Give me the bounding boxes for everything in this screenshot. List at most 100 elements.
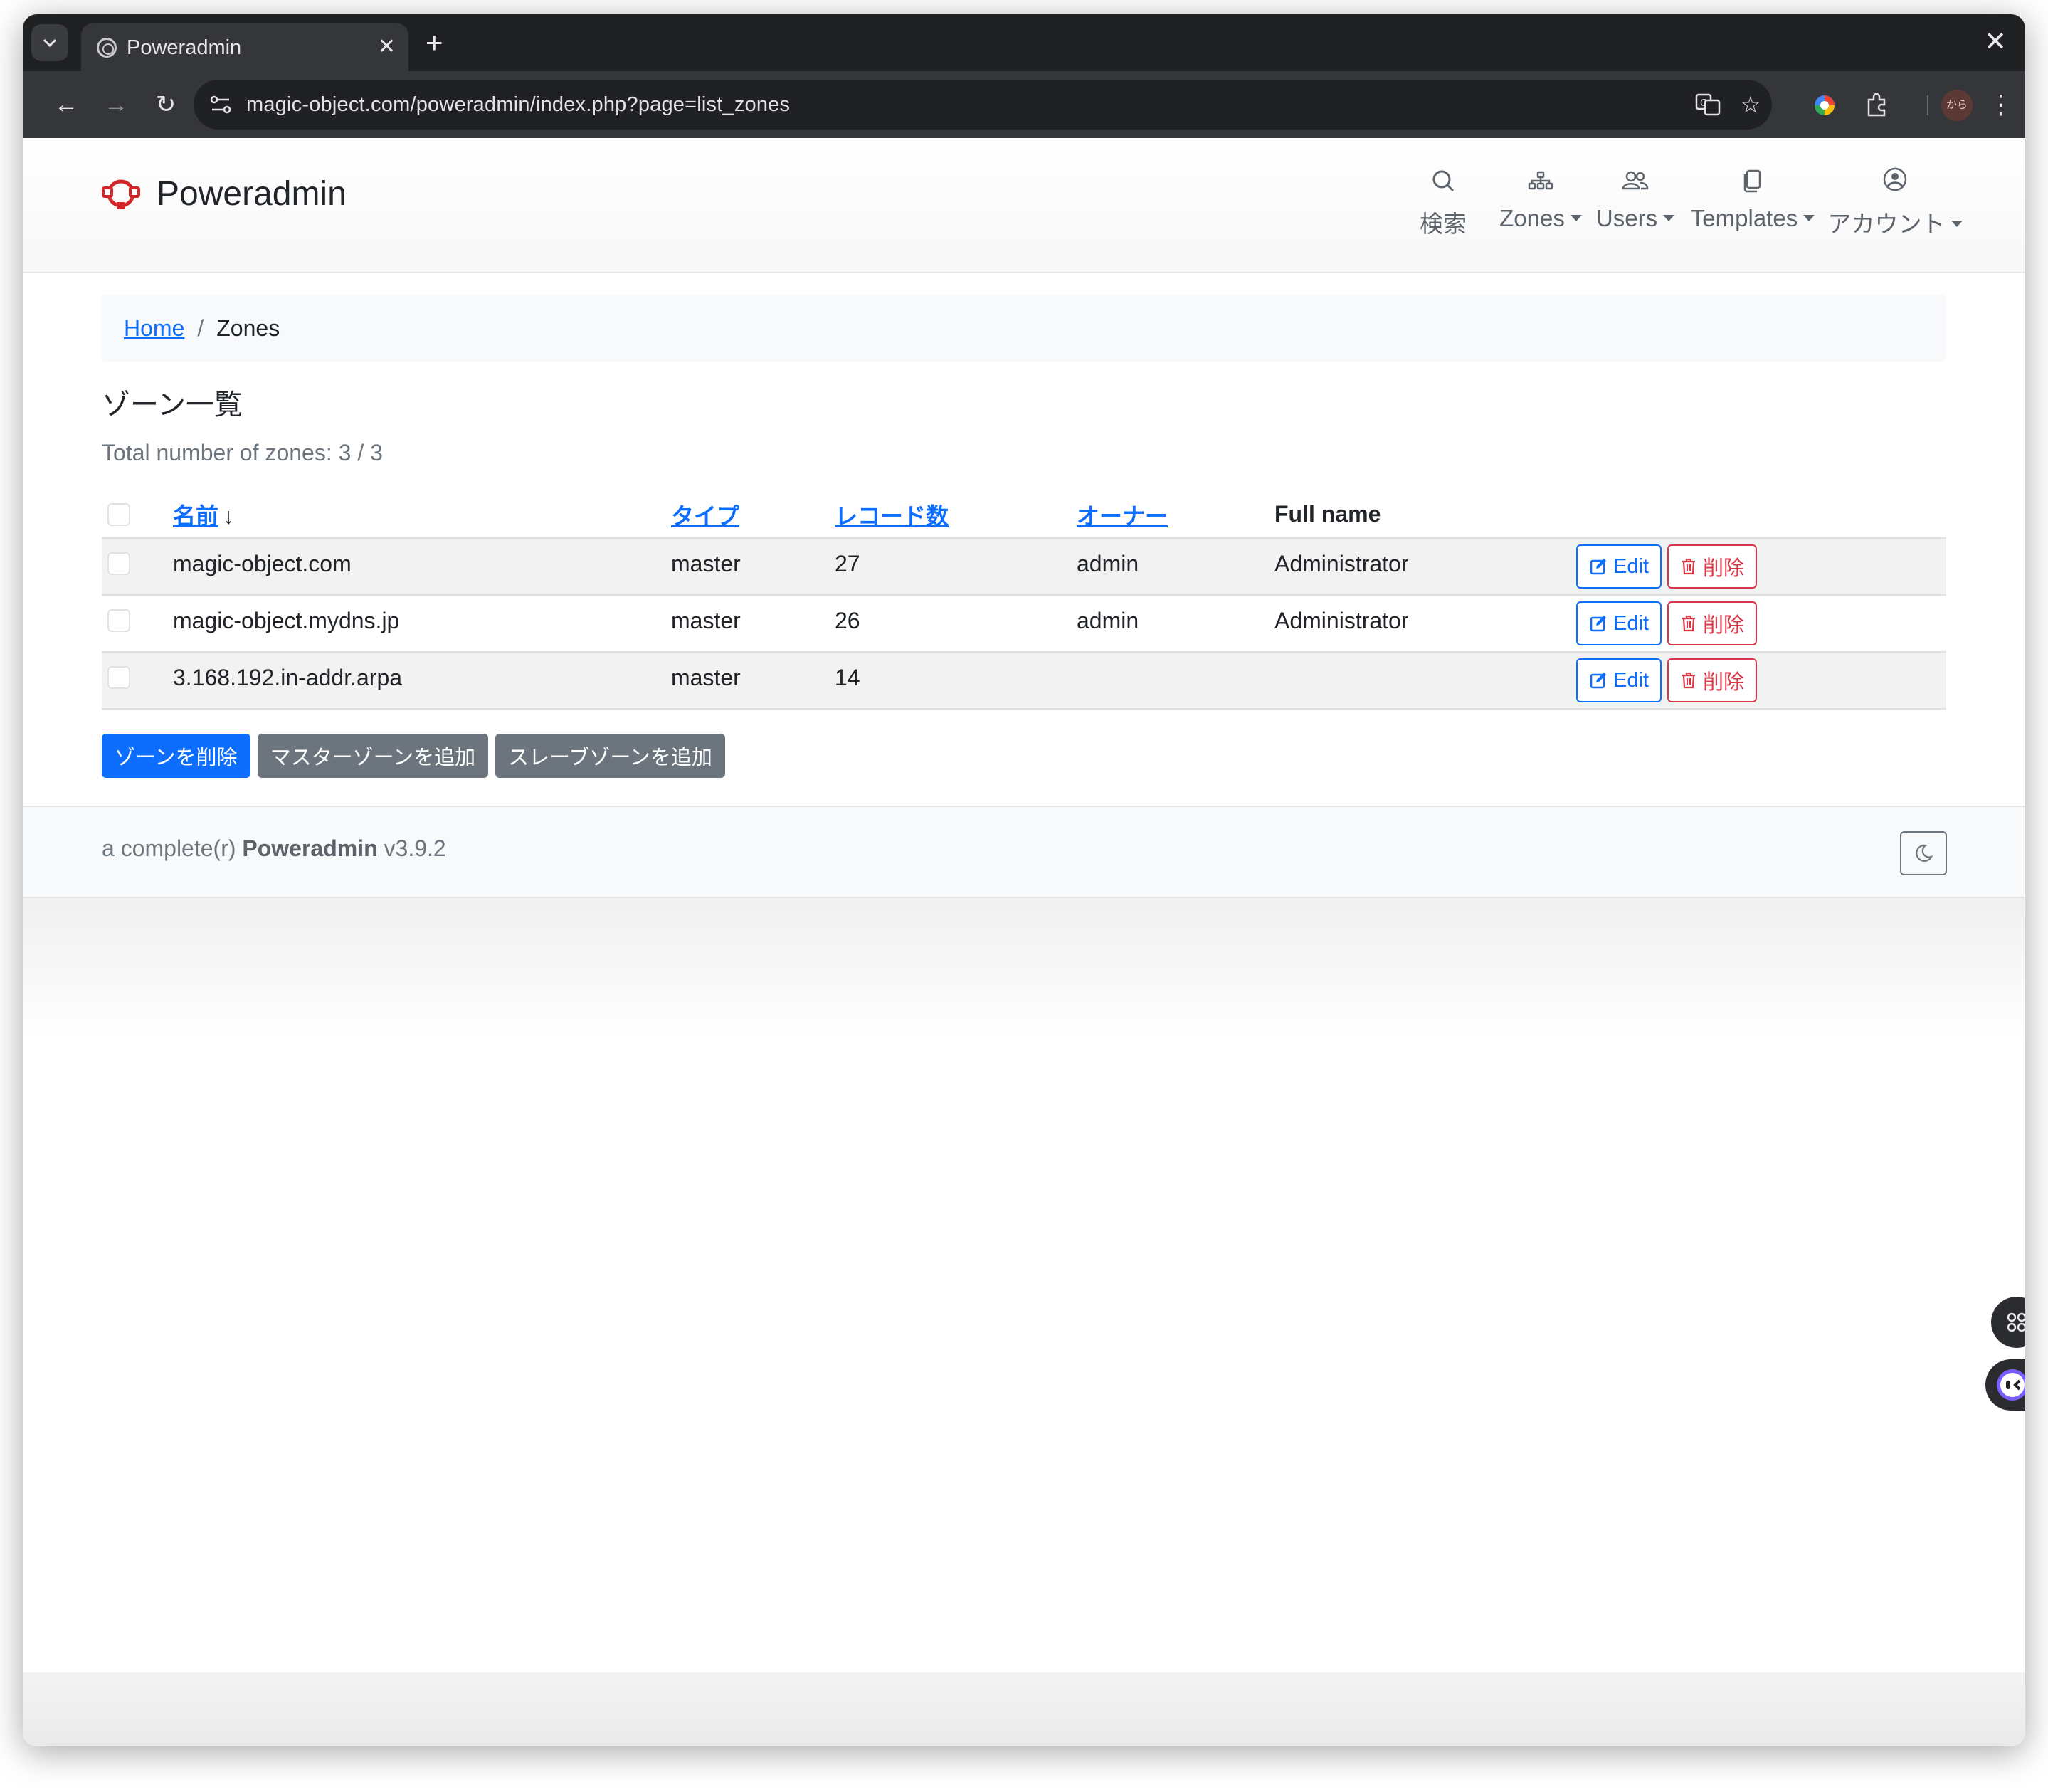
extension-color-icon[interactable] [1810, 91, 1839, 120]
nav-search[interactable]: 検索 [1395, 162, 1492, 248]
header-actions [1576, 491, 1946, 538]
select-all-checkbox[interactable] [107, 502, 130, 526]
theme-toggle-button[interactable] [1900, 831, 1947, 875]
zone-owner: admin [1077, 607, 1139, 633]
table-row: magic-object.mydns.jp master 26 admin Ad… [102, 595, 1946, 652]
header-name: 名前 ↓ [173, 491, 671, 538]
site-info-icon[interactable] [208, 92, 233, 117]
page: Poweradmin 検索 Zones Users Templates アカウン… [23, 138, 2025, 1746]
caret-down-icon [1570, 214, 1582, 221]
nav-users-label: Users [1591, 205, 1679, 232]
edit-button[interactable]: Edit [1576, 601, 1662, 645]
add-slave-zone-button[interactable]: スレーブゾーンを追加 [495, 734, 725, 778]
sort-by-records-link[interactable]: レコード数 [835, 503, 949, 529]
browser-window: Poweradmin ✕ + ✕ ← → ↻ magic-object.com/… [23, 14, 2025, 1746]
poweradmin-logo-icon [102, 179, 140, 209]
brand-name: Poweradmin [157, 174, 347, 213]
profile-avatar[interactable]: から [1941, 90, 1973, 121]
close-window-icon[interactable]: ✕ [1984, 24, 2007, 60]
forward-icon[interactable]: → [100, 88, 132, 121]
nav-search-label: 検索 [1420, 211, 1467, 237]
sort-by-name-link[interactable]: 名前 [173, 503, 218, 529]
breadcrumb-current: Zones [216, 315, 280, 341]
zone-type: master [671, 550, 741, 576]
nav-account-text: アカウント [1827, 211, 1946, 237]
new-tab-icon[interactable]: + [426, 26, 443, 60]
row-actions: Edit 削除 [1576, 595, 1946, 652]
total-zones-count: Total number of zones: 3 / 3 [102, 440, 383, 465]
top-navbar: Poweradmin 検索 Zones Users Templates アカウン… [23, 138, 2025, 273]
sitemap-icon [1528, 171, 1553, 190]
extensions-puzzle-icon[interactable] [1863, 91, 1891, 120]
delete-button-label: 削除 [1702, 557, 1744, 580]
nav-users[interactable]: Users [1591, 162, 1679, 248]
sort-by-owner-link[interactable]: オーナー [1077, 503, 1168, 529]
main-content: Home / Zones ゾーン一覧 Total number of zones… [102, 295, 1946, 778]
table-row: 3.168.192.in-addr.arpa master 14 Edit 削除 [102, 652, 1946, 709]
edit-icon [1590, 559, 1606, 575]
url-text[interactable]: magic-object.com/poweradmin/index.php?pa… [246, 93, 790, 117]
search-icon [1432, 170, 1455, 192]
delete-zones-button[interactable]: ゾーンを削除 [102, 734, 250, 778]
edit-button[interactable]: Edit [1576, 658, 1662, 702]
tab-search-button[interactable] [31, 24, 68, 61]
row-actions: Edit 削除 [1576, 538, 1946, 595]
reload-icon[interactable]: ↻ [149, 88, 182, 121]
caret-down-icon [1663, 214, 1675, 221]
zone-type: master [671, 664, 741, 690]
nav-templates[interactable]: Templates [1685, 162, 1820, 248]
nav-account[interactable]: アカウント [1826, 162, 1964, 248]
delete-button-label: 削除 [1702, 671, 1744, 694]
active-tab[interactable]: Poweradmin ✕ [81, 23, 408, 71]
sort-by-type-link[interactable]: タイプ [671, 503, 739, 529]
zone-records: 27 [835, 550, 860, 576]
page-bottom-band [23, 1672, 2025, 1746]
back-icon[interactable]: ← [50, 88, 83, 121]
trash-icon [1682, 558, 1695, 575]
table-row: magic-object.com master 27 admin Adminis… [102, 538, 1946, 595]
nav-zones-label: Zones [1493, 205, 1588, 232]
more-menu-icon[interactable]: ⋮ [1988, 88, 2014, 121]
select-all-cell [102, 491, 173, 538]
delete-button[interactable]: 削除 [1667, 601, 1757, 645]
nav-templates-text: Templates [1690, 205, 1798, 231]
tab-bar: Poweradmin ✕ + ✕ [23, 14, 2025, 71]
row-checkbox[interactable] [107, 666, 130, 689]
translate-icon[interactable]: G [1694, 90, 1722, 119]
edit-icon [1590, 616, 1606, 632]
add-master-zone-button[interactable]: マスターゾーンを追加 [257, 734, 489, 778]
delete-button[interactable]: 削除 [1667, 658, 1757, 702]
zone-name: magic-object.com [173, 550, 352, 576]
toolbar-separator [1927, 95, 1928, 115]
row-select-cell [102, 538, 173, 595]
row-select-cell [102, 595, 173, 652]
browser-toolbar: ← → ↻ magic-object.com/poweradmin/index.… [23, 71, 2025, 138]
delete-button[interactable]: 削除 [1667, 544, 1757, 589]
delete-button-label: 削除 [1702, 614, 1744, 637]
address-bar[interactable]: magic-object.com/poweradmin/index.php?pa… [194, 80, 1772, 130]
edit-button-label: Edit [1613, 668, 1649, 692]
zone-name: magic-object.mydns.jp [173, 607, 400, 633]
close-tab-icon[interactable]: ✕ [378, 33, 396, 61]
table-header-row: 名前 ↓ タイプ レコード数 オーナー Full name [102, 491, 1946, 538]
trash-icon [1682, 615, 1695, 632]
user-circle-icon [1883, 167, 1907, 191]
nav-users-text: Users [1595, 205, 1658, 231]
nav-zones[interactable]: Zones [1493, 162, 1588, 248]
row-checkbox[interactable] [107, 609, 130, 632]
edit-button[interactable]: Edit [1576, 544, 1662, 589]
footer: a complete(r) Poweradmin v3.9.2 [23, 806, 2025, 898]
brand-link[interactable]: Poweradmin [101, 174, 347, 214]
header-records: レコード数 [835, 491, 1077, 538]
row-checkbox[interactable] [107, 552, 130, 575]
breadcrumb-home-link[interactable]: Home [124, 315, 184, 342]
edit-icon [1590, 673, 1606, 689]
footer-version: v3.9.2 [377, 836, 446, 861]
edit-button-label: Edit [1613, 611, 1649, 635]
sort-arrow-icon: ↓ [223, 502, 235, 529]
bookmark-star-icon[interactable]: ☆ [1736, 90, 1765, 119]
footer-text: a complete(r) Poweradmin v3.9.2 [102, 836, 446, 862]
zone-records: 26 [835, 607, 860, 633]
copy-icon [1743, 169, 1761, 193]
footer-prefix: a complete(r) [102, 836, 243, 861]
